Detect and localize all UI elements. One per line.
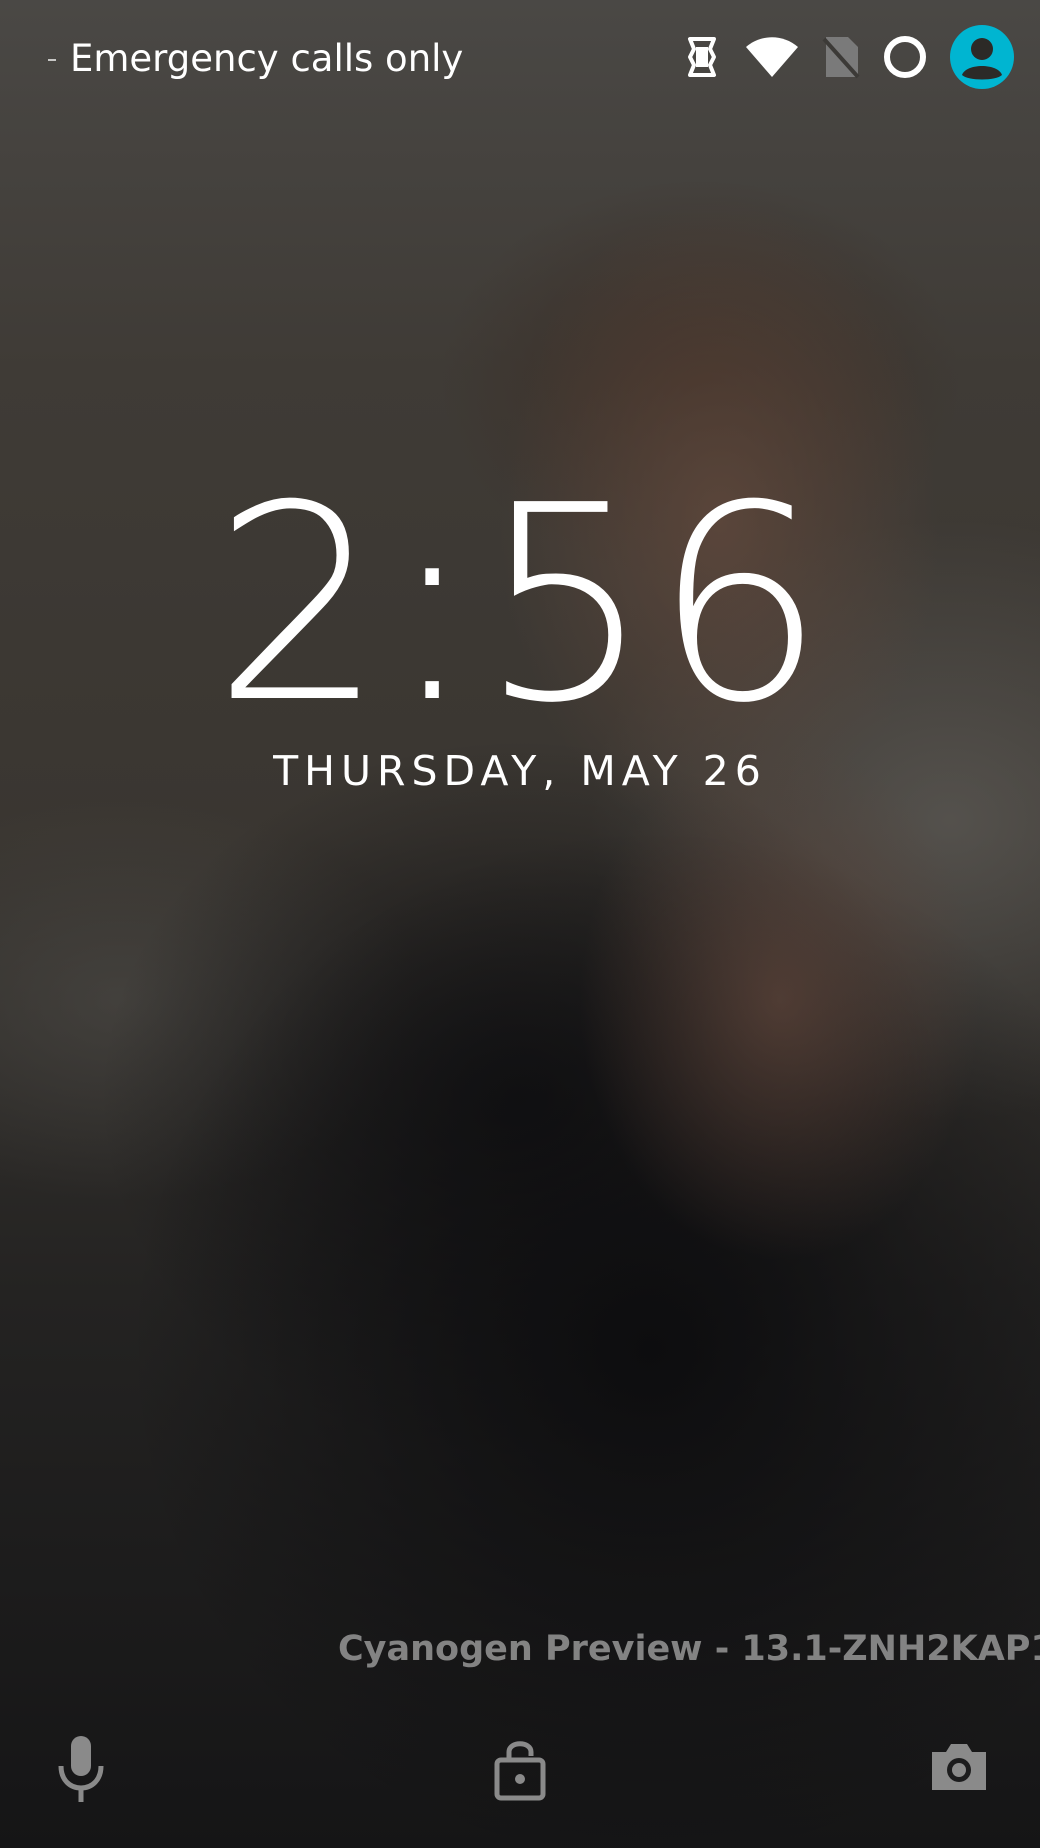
status-icons xyxy=(660,22,1014,92)
camera-icon[interactable] xyxy=(928,1738,990,1794)
circle-icon xyxy=(884,36,926,78)
no-sim-icon xyxy=(822,37,860,79)
build-info-text: Cyanogen Preview - 13.1-ZNH2KAP1BH xyxy=(338,1629,1040,1669)
lockscreen-clock: 2:56 xyxy=(212,447,828,762)
microphone-icon[interactable] xyxy=(56,1734,106,1804)
lockscreen-wallpaper xyxy=(0,0,1040,1848)
unlock-icon[interactable] xyxy=(493,1736,547,1802)
status-bar: Emergency calls only xyxy=(0,0,1040,120)
carrier-indicator xyxy=(48,59,56,61)
vibrate-icon xyxy=(688,37,716,77)
lockscreen-date: THURSDAY, MAY 26 xyxy=(273,747,767,795)
wifi-icon xyxy=(746,37,798,77)
carrier-text: Emergency calls only xyxy=(70,37,464,80)
user-avatar-icon[interactable] xyxy=(950,25,1014,89)
bottom-affordances xyxy=(0,1720,1040,1830)
